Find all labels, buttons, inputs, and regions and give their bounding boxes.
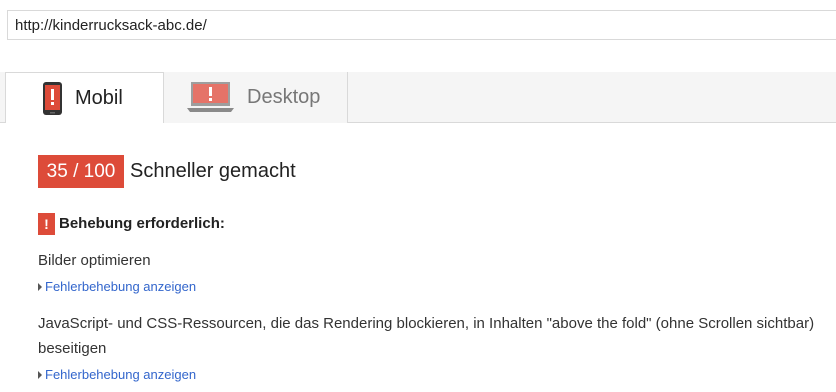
status-label: Behebung erforderlich: bbox=[59, 215, 225, 232]
warning-icon: ! bbox=[38, 213, 55, 235]
monitor-icon bbox=[187, 82, 234, 112]
tab-mobile[interactable]: Mobil bbox=[5, 72, 164, 124]
score-badge: 35 / 100 bbox=[38, 155, 124, 188]
show-fix-link[interactable]: Fehlerbehebung anzeigen bbox=[38, 279, 196, 294]
score-title: Schneller gemacht bbox=[130, 160, 296, 182]
caret-right-icon bbox=[38, 283, 42, 291]
tab-desktop-label: Desktop bbox=[247, 86, 321, 108]
rule-title: JavaScript- und CSS-Ressourcen, die das … bbox=[38, 315, 815, 357]
caret-right-icon bbox=[38, 371, 42, 379]
phone-icon bbox=[43, 82, 62, 115]
show-fix-label: Fehlerbehebung anzeigen bbox=[45, 367, 197, 382]
tab-desktop[interactable]: Desktop bbox=[164, 72, 348, 123]
show-fix-link[interactable]: Fehlerbehebung anzeigen bbox=[38, 367, 196, 382]
show-fix-label: Fehlerbehebung anzeigen bbox=[45, 279, 197, 294]
tab-bar: Mobil Desktop bbox=[0, 72, 836, 124]
url-input[interactable]: http://kinderrucksack-abc.de/ bbox=[7, 10, 836, 40]
url-text: http://kinderrucksack-abc.de/ bbox=[15, 17, 207, 34]
tab-mobile-label: Mobil bbox=[75, 87, 123, 109]
rule-title: Bilder optimieren bbox=[38, 252, 151, 269]
